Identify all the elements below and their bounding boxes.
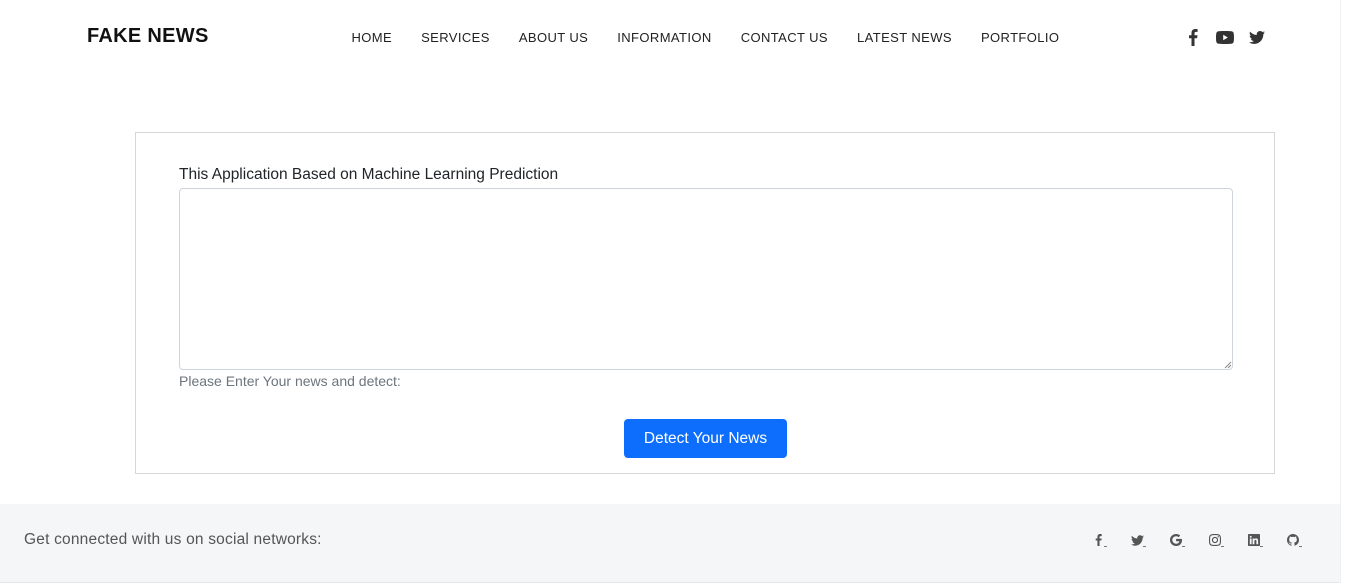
footer: Get connected with us on social networks…: [0, 504, 1340, 583]
resize-grip-icon[interactable]: [1222, 359, 1232, 369]
youtube-icon[interactable]: [1214, 27, 1236, 47]
footer-social-links: [1088, 530, 1322, 550]
nav-latest-news[interactable]: LATEST NEWS: [843, 29, 967, 47]
nav-portfolio[interactable]: PORTFOLIO: [966, 29, 1073, 47]
footer-social-text: Get connected with us on social networks…: [24, 531, 322, 548]
header-social-links: [1182, 27, 1278, 47]
news-form-card: This Application Based on Machine Learni…: [135, 132, 1275, 474]
detect-news-button[interactable]: Detect Your News: [624, 419, 787, 458]
instagram-icon[interactable]: [1205, 530, 1225, 550]
twitter-icon[interactable]: [1127, 530, 1147, 550]
main-nav: HOME SERVICES ABOUT US INFORMATION CONTA…: [337, 29, 1074, 47]
navbar: FAKE NEWS HOME SERVICES ABOUT US INFORMA…: [0, 0, 1340, 75]
page-scrollbar[interactable]: [1340, 0, 1352, 583]
nav-about-us[interactable]: ABOUT US: [504, 29, 602, 47]
facebook-icon[interactable]: [1182, 27, 1204, 47]
news-textarea[interactable]: [179, 188, 1233, 370]
nav-services[interactable]: SERVICES: [407, 29, 505, 47]
nav-information[interactable]: INFORMATION: [603, 29, 726, 47]
github-icon[interactable]: [1283, 530, 1303, 550]
news-help-text: Please Enter Your news and detect:: [179, 373, 401, 389]
twitter-icon[interactable]: [1246, 27, 1268, 47]
brand-logo[interactable]: FAKE NEWS: [87, 25, 209, 48]
linkedin-icon[interactable]: [1244, 530, 1264, 550]
nav-contact-us[interactable]: CONTACT US: [726, 29, 842, 47]
facebook-icon[interactable]: [1088, 530, 1108, 550]
nav-home[interactable]: HOME: [337, 29, 407, 47]
news-textarea-label: This Application Based on Machine Learni…: [179, 166, 559, 183]
google-icon[interactable]: [1166, 530, 1186, 550]
